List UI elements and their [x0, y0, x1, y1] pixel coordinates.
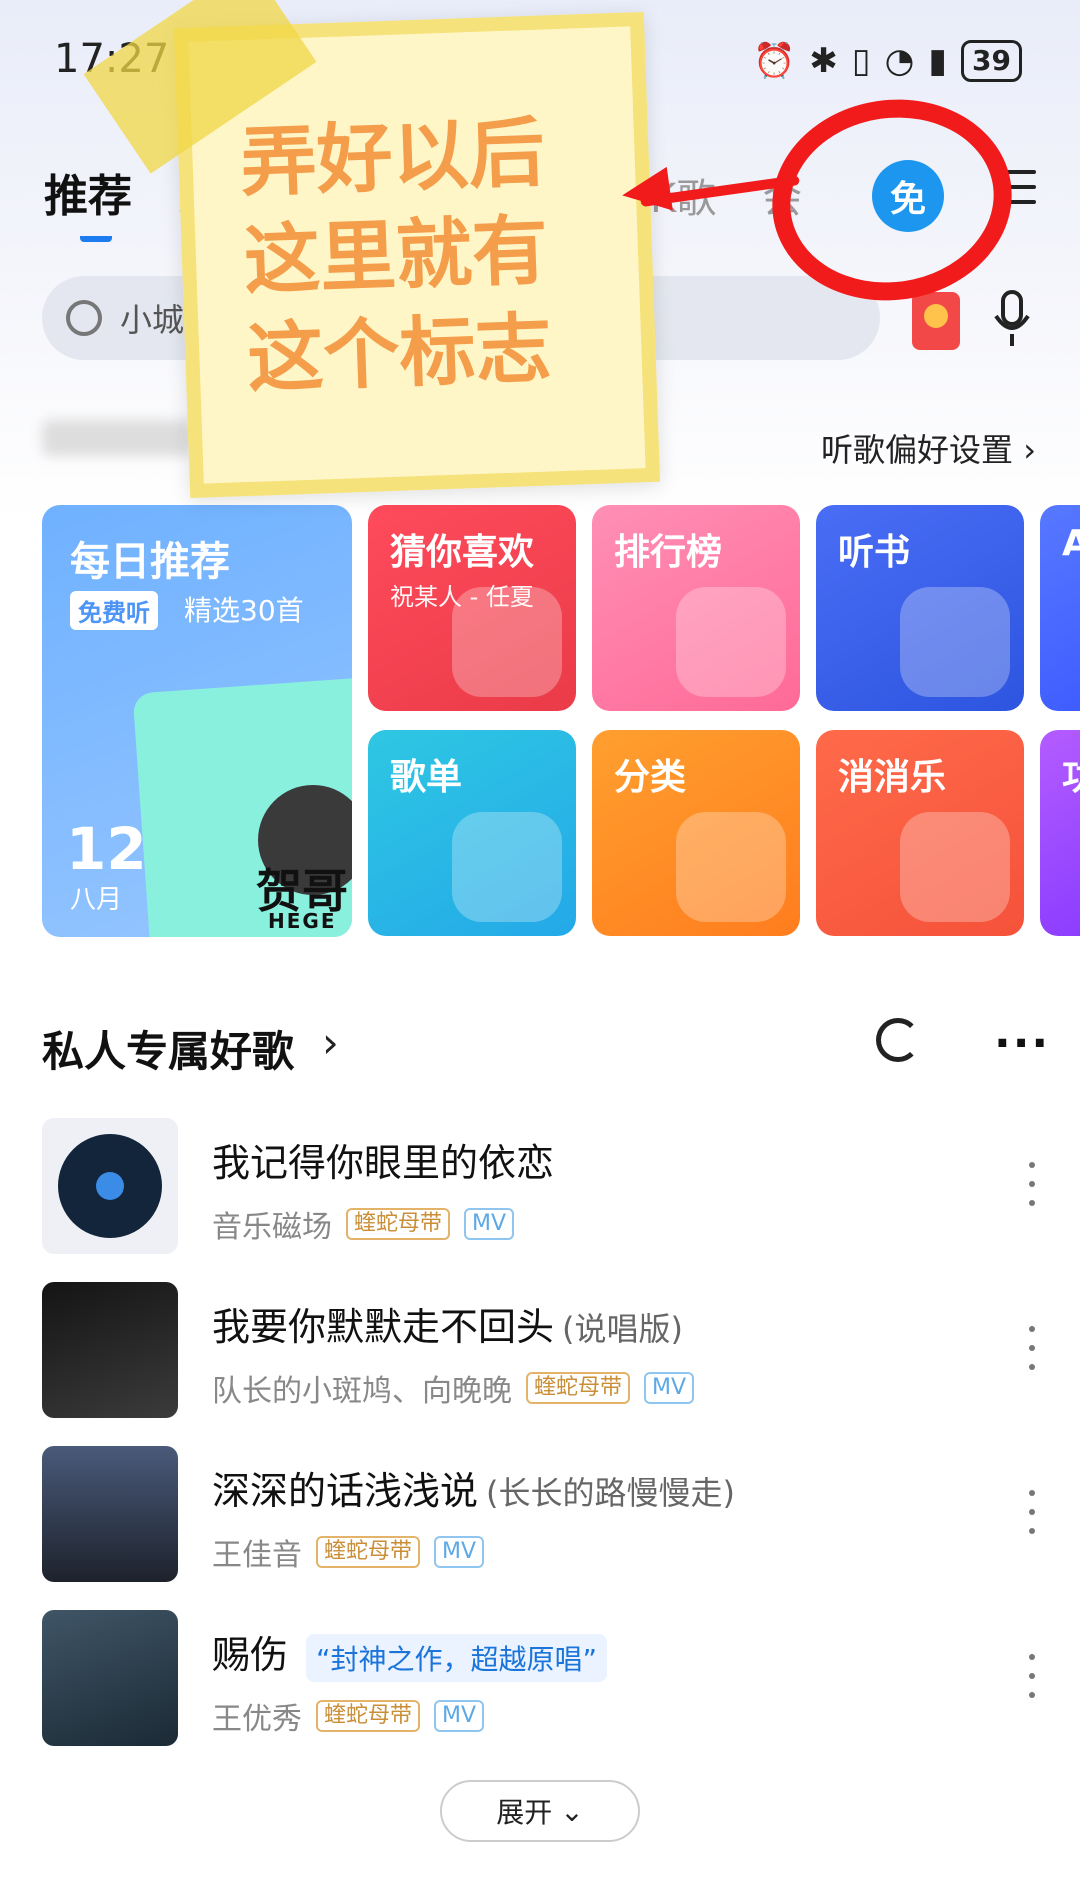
album-cover	[42, 1610, 178, 1746]
battery-indicator: 39	[961, 40, 1022, 82]
card-title: 分类	[614, 757, 687, 798]
mv-badge[interactable]: MV	[644, 1372, 695, 1404]
song-version: (长长的路慢慢走)	[486, 1474, 735, 1512]
mv-badge[interactable]: MV	[464, 1208, 515, 1240]
song-more-icon[interactable]	[1028, 1326, 1036, 1370]
more-icon[interactable]: ···	[994, 1018, 1050, 1069]
bar-chart-icon	[676, 587, 786, 697]
song-more-icon[interactable]	[1028, 1162, 1036, 1206]
quality-badge: 蝰蛇母带	[316, 1700, 421, 1732]
expand-label: 展开	[496, 1796, 553, 1829]
category-card[interactable]: 分类	[592, 730, 800, 936]
alarm-icon: ⏰	[753, 41, 796, 81]
card-title: 排行榜	[614, 532, 723, 573]
song-artist: 王佳音	[212, 1538, 302, 1573]
chevron-down-icon: ⌄	[560, 1794, 584, 1828]
search-icon	[66, 300, 102, 336]
blurred-username	[42, 420, 192, 456]
mv-badge[interactable]: MV	[434, 1536, 485, 1568]
daily-title: 每日推荐	[70, 539, 230, 585]
album-cover	[42, 1446, 178, 1582]
expand-button[interactable]: 展开 ⌄	[440, 1780, 640, 1842]
avatar-en-name: HEGE	[268, 909, 337, 933]
card-title: 歌单	[390, 757, 463, 798]
playlist-card[interactable]: 歌单	[368, 730, 576, 936]
wifi-icon: ◔	[884, 41, 915, 81]
tab-recommend[interactable]: 推荐	[44, 160, 132, 242]
album-cover	[42, 1282, 178, 1418]
quality-badge: 蝰蛇母带	[346, 1208, 451, 1240]
song-more-icon[interactable]	[1028, 1654, 1036, 1698]
card-title: 猜你喜欢	[390, 532, 535, 573]
song-artist: 王优秀	[212, 1702, 302, 1737]
song-more-icon[interactable]	[1028, 1490, 1036, 1534]
daily-subtitle: 精选30首	[184, 594, 304, 627]
card-title: A	[1062, 523, 1080, 564]
vibrate-icon: ▯	[851, 41, 871, 81]
extra-card-a[interactable]: A	[1040, 505, 1080, 711]
annotation-line: 这里就有	[242, 205, 550, 306]
song-version: (说唱版)	[562, 1310, 683, 1348]
mushroom-icon	[900, 812, 1010, 922]
song-row[interactable]: 赐伤 “封神之作，超越原唱” 王优秀 蝰蛇母带 MV	[42, 1610, 1042, 1746]
extra-card-b[interactable]: 功	[1040, 730, 1080, 936]
blocks-icon	[676, 812, 786, 922]
vinyl-icon	[58, 1134, 162, 1238]
quality-badge: 蝰蛇母带	[316, 1536, 421, 1568]
charts-card[interactable]: 排行榜	[592, 505, 800, 711]
voice-search-icon[interactable]	[992, 288, 1032, 348]
annotation-text: 弄好以后 这里就有 这个标志	[239, 104, 553, 408]
song-title: 我要你默默走不回头	[212, 1305, 555, 1349]
song-tagline: “封神之作，超越原唱”	[306, 1633, 608, 1682]
listening-preference-link[interactable]: 听歌偏好设置 ›	[821, 425, 1036, 471]
refresh-icon[interactable]	[876, 1018, 920, 1062]
chevron-right-icon[interactable]: ›	[322, 1018, 339, 1067]
mv-badge[interactable]: MV	[434, 1700, 485, 1732]
red-packet-icon[interactable]	[912, 292, 960, 350]
album-cover	[42, 1118, 178, 1254]
match-game-card[interactable]: 消消乐	[816, 730, 1024, 936]
status-icons: ⏰ ✱ ▯ ◔ ▮ 39	[753, 40, 1022, 82]
song-row[interactable]: 我要你默默走不回头 (说唱版) 队长的小斑鸠、向晚晚 蝰蛇母带 MV	[42, 1282, 1042, 1418]
daily-recommend-card[interactable]: 每日推荐 免费听 精选30首 12 八月 贺哥 HEGE	[42, 505, 352, 937]
disc-icon	[452, 812, 562, 922]
guess-you-like-card[interactable]: 猜你喜欢 祝某人 - 任夏	[368, 505, 576, 711]
red-arrow-head-icon	[619, 166, 673, 218]
song-row[interactable]: 深深的话浅浅说 (长长的路慢慢走) 王佳音 蝰蛇母带 MV	[42, 1446, 1042, 1582]
song-artist: 队长的小斑鸠、向晚晚	[212, 1374, 512, 1409]
annotation-line: 这个标志	[245, 303, 553, 403]
book-icon	[900, 587, 1010, 697]
heart-icon	[452, 587, 562, 697]
search-placeholder: 小城	[120, 301, 185, 339]
daily-month: 八月	[70, 885, 123, 915]
section-title[interactable]: 私人专属好歌	[42, 1018, 294, 1079]
card-title: 听书	[838, 532, 911, 573]
audiobook-card[interactable]: 听书	[816, 505, 1024, 711]
song-artist: 音乐磁场	[212, 1210, 332, 1245]
annotation-line: 弄好以后	[239, 107, 547, 208]
card-title: 功	[1062, 748, 1080, 800]
song-title: 深深的话浅浅说	[212, 1469, 479, 1513]
quality-badge: 蝰蛇母带	[526, 1372, 631, 1404]
daily-day: 12	[66, 815, 147, 883]
card-title: 消消乐	[838, 757, 947, 798]
song-title: 我记得你眼里的依恋	[212, 1141, 555, 1185]
song-title: 赐伤	[212, 1633, 289, 1677]
bluetooth-icon: ✱	[809, 41, 838, 81]
signal-icon: ▮	[928, 41, 948, 81]
free-listen-tag: 免费听	[70, 591, 158, 630]
song-row[interactable]: 我记得你眼里的依恋 音乐磁场 蝰蛇母带 MV	[42, 1118, 1042, 1254]
